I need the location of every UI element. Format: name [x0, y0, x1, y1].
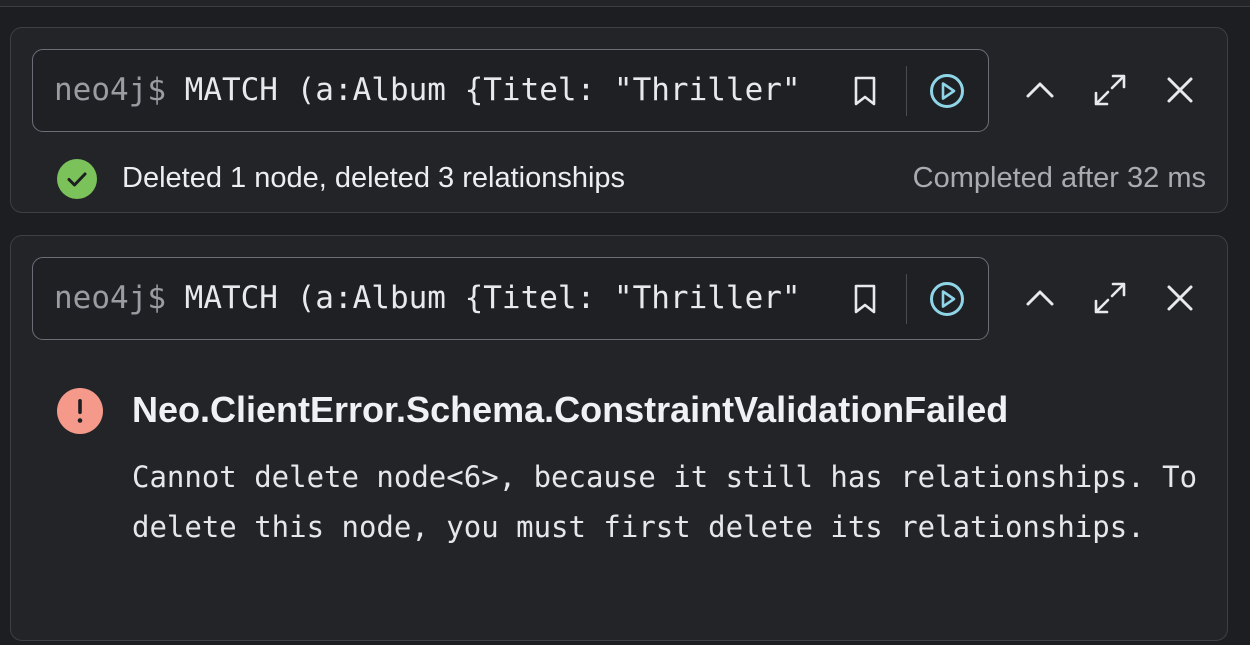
query-text[interactable]: neo4j$ MATCH (a:Album {Titel: "Thriller" [54, 258, 839, 338]
bookmark-icon[interactable] [848, 74, 882, 108]
status-message: Deleted 1 node, deleted 3 relationships [122, 162, 626, 194]
prompt-label: neo4j$ [54, 72, 166, 108]
run-icon[interactable] [928, 280, 966, 318]
editor-divider [906, 274, 907, 324]
check-circle-icon [57, 159, 97, 199]
fullscreen-icon[interactable] [1090, 70, 1130, 110]
collapse-icon[interactable] [1020, 70, 1060, 110]
close-icon[interactable] [1160, 70, 1200, 110]
prompt-label: neo4j$ [54, 280, 166, 316]
result-frame-success: neo4j$ MATCH (a:Album {Titel: "Thriller"… [10, 27, 1228, 213]
status-timing: Completed after 32 ms [912, 162, 1206, 194]
run-icon[interactable] [928, 72, 966, 110]
fullscreen-icon[interactable] [1090, 278, 1130, 318]
editor-divider [906, 66, 907, 116]
query-editor[interactable]: neo4j$ MATCH (a:Album {Titel: "Thriller" [32, 257, 989, 340]
error-message: Cannot delete node<6>, because it still … [132, 460, 1215, 544]
top-divider [0, 0, 1250, 7]
collapse-icon[interactable] [1020, 278, 1060, 318]
bookmark-icon[interactable] [848, 282, 882, 316]
close-icon[interactable] [1160, 278, 1200, 318]
result-frame-error: neo4j$ MATCH (a:Album {Titel: "Thriller"… [10, 235, 1228, 641]
query-text[interactable]: neo4j$ MATCH (a:Album {Titel: "Thriller" [54, 50, 839, 130]
query-editor[interactable]: neo4j$ MATCH (a:Album {Titel: "Thriller" [32, 49, 989, 132]
query-code[interactable]: MATCH (a:Album {Titel: "Thriller" [185, 72, 801, 108]
error-title: Neo.ClientError.Schema.ConstraintValidat… [132, 389, 1009, 430]
exclamation-circle-icon [57, 388, 103, 434]
query-code[interactable]: MATCH (a:Album {Titel: "Thriller" [185, 280, 801, 316]
